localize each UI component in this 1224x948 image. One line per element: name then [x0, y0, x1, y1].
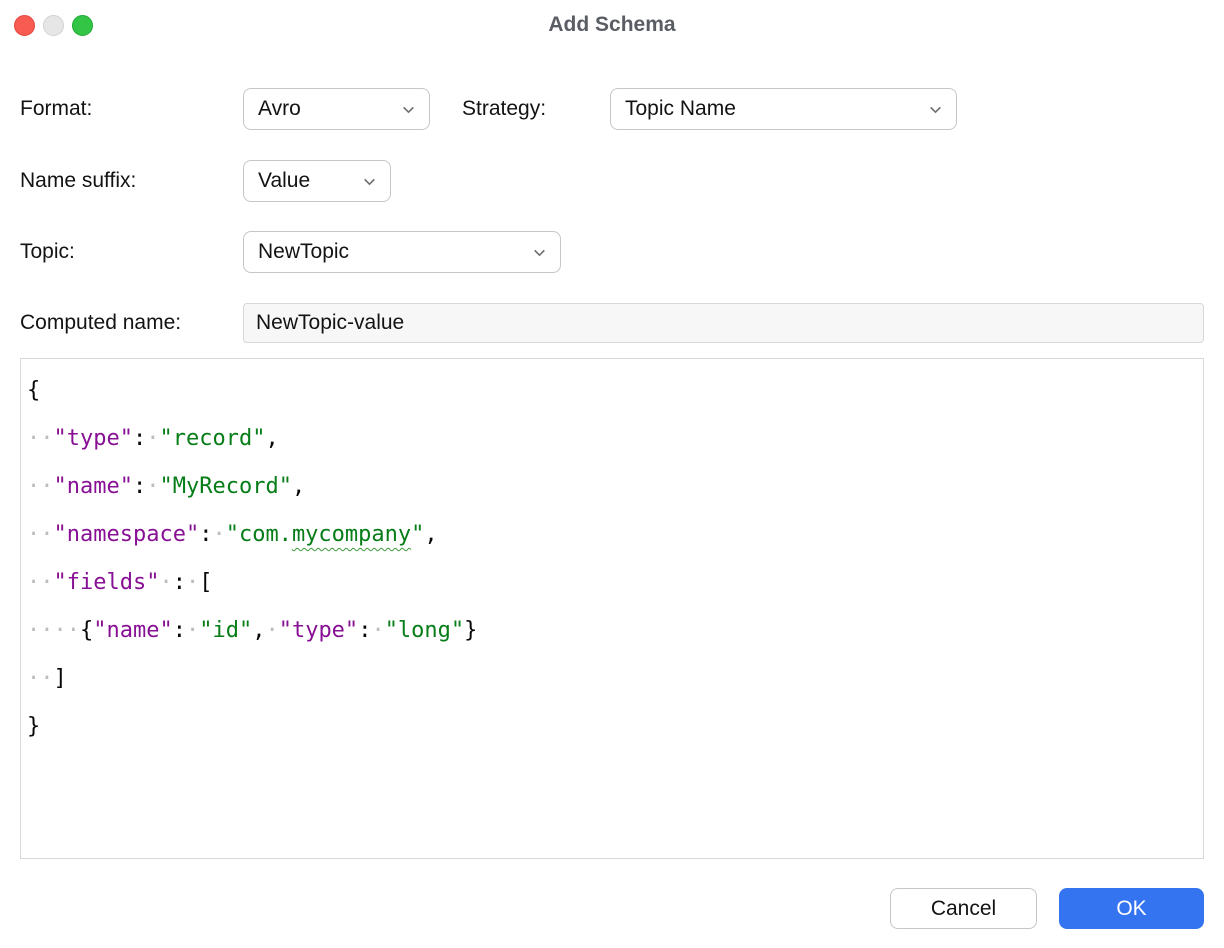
strategy-select[interactable]: Topic Name [610, 88, 957, 130]
code-line: { [27, 367, 1197, 415]
code-line: ··"name":·"MyRecord", [27, 463, 1197, 511]
ok-button[interactable]: OK [1059, 888, 1204, 929]
computed-name-field: NewTopic-value [243, 303, 1204, 343]
strategy-select-value: Topic Name [625, 97, 736, 121]
code-line: } [27, 703, 1197, 751]
titlebar: Add Schema [0, 0, 1224, 52]
topic-label: Topic: [20, 231, 75, 273]
code-line: ··"type":·"record", [27, 415, 1197, 463]
code-line: ··"namespace":·"com.mycompany", [27, 511, 1197, 559]
computed-name-value: NewTopic-value [256, 311, 404, 335]
chevron-down-icon [400, 101, 417, 118]
chevron-down-icon [361, 173, 378, 190]
window-title: Add Schema [0, 13, 1224, 37]
cancel-button[interactable]: Cancel [890, 888, 1037, 929]
code-line: ··] [27, 655, 1197, 703]
add-schema-dialog: Add Schema Format: Avro Strategy: Topic … [0, 0, 1224, 948]
name-suffix-select[interactable]: Value [243, 160, 391, 202]
format-select[interactable]: Avro [243, 88, 430, 130]
chevron-down-icon [927, 101, 944, 118]
code-line: ····{"name":·"id",·"type":·"long"} [27, 607, 1197, 655]
format-select-value: Avro [258, 97, 301, 121]
chevron-down-icon [531, 244, 548, 261]
format-label: Format: [20, 88, 92, 130]
computed-name-label: Computed name: [20, 303, 181, 343]
topic-select[interactable]: NewTopic [243, 231, 561, 273]
name-suffix-label: Name suffix: [20, 160, 136, 202]
topic-select-value: NewTopic [258, 240, 349, 264]
name-suffix-select-value: Value [258, 169, 310, 193]
code-line: ··"fields"·:·[ [27, 559, 1197, 607]
strategy-label: Strategy: [462, 88, 546, 130]
schema-editor[interactable]: {··"type":·"record",··"name":·"MyRecord"… [20, 358, 1204, 859]
